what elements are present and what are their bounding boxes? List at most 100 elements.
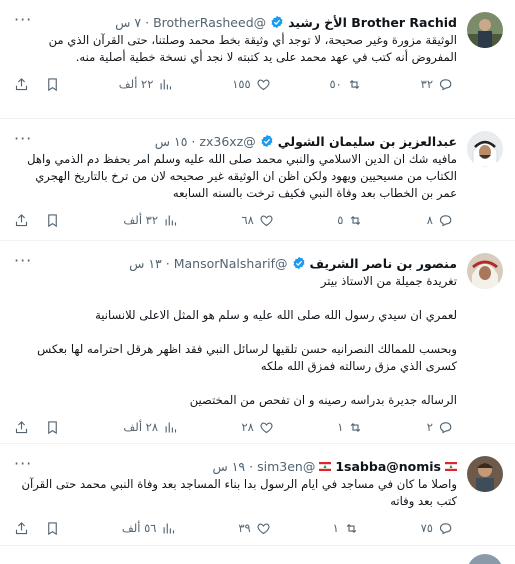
tweet-text: واصلا ما كان في مساجد في ايام الرسول بدا… [17,477,458,508]
timestamp[interactable]: ١٥ س [155,134,188,149]
views-button[interactable]: ٥٦ ألف [122,521,177,536]
share-icon[interactable] [14,420,29,435]
avatar[interactable] [467,12,503,48]
separator-dot: · [165,255,170,271]
reply-count: ٣٢ [420,77,433,91]
reply-count: ٢ [426,420,433,434]
reply-icon [439,78,452,90]
reply-button[interactable]: ٨ [427,213,453,228]
like-button[interactable]: ٢٨ [241,420,273,435]
reply-icon [439,214,452,226]
display-name[interactable]: Brother Rachid الأخ رشيد [288,15,457,30]
tweet-text: مافيه شك ان الدين الاسلامي والنبي محمد ص… [23,152,457,200]
like-icon [257,79,270,90]
verified-badge-icon [271,15,283,29]
like-count: ٣٩ [238,521,251,535]
like-count: ١٥٥ [232,77,251,91]
display-name[interactable]: 1sabba@nomis [335,459,441,474]
timeline-feed: ··· Brother Rachid الأخ رشيد @BrotherRas… [0,0,515,564]
views-count: ٣٢ ألف [123,213,159,227]
reply-button[interactable]: ٢ [427,420,453,435]
views-button[interactable]: ٢٢ ألف [119,77,174,92]
display-name[interactable]: منصور بن ناصر الشريف [310,256,458,271]
tweet-header: Brother Rachid الأخ رشيد @BrotherRasheed… [14,12,457,32]
handle[interactable]: @BrotherRasheed [153,15,266,30]
retweet-count: ١ [337,420,344,434]
views-button[interactable]: ٣٢ ألف [123,213,178,228]
views-count: ٢٨ ألف [123,420,159,434]
action-bar: ٢٨ ألف ٢٨ ١ ٢ [14,413,457,441]
verified-badge-icon [261,134,273,148]
handle[interactable]: @sim3en [257,459,315,474]
like-icon [260,215,273,226]
tweet[interactable]: ··· Brother Rachid الأخ رشيد @BrotherRas… [0,0,515,119]
lebanon-flag-icon [445,461,457,471]
bookmark-icon[interactable] [45,420,60,435]
like-button[interactable]: ٣٩ [238,521,270,536]
retweet-icon [346,523,357,533]
tweet-text: الوثيقة مزورة وغير صحيحة، لا توجد أي وثي… [44,33,457,64]
like-button[interactable]: ١٥٥ [232,77,271,92]
tweet[interactable]: ··· منصور بن ناصر الشريف @MansorNalshari… [0,241,515,444]
verified-badge-icon [293,256,304,270]
reply-count: ٧٥ [420,521,433,535]
more-icon[interactable]: ··· [14,12,32,28]
like-button[interactable]: ٦٨ [241,213,273,228]
share-icon[interactable] [14,213,29,228]
views-icon [165,215,177,225]
separator-dot: · [249,458,254,474]
action-bar: ٢٢ ألف ١٥٥ ٥٠ ٣٢ [14,70,457,98]
more-icon[interactable]: ··· [14,253,32,269]
retweet-button[interactable]: ١ [333,521,359,536]
timestamp[interactable]: ١٩ س [212,459,245,474]
display-name[interactable]: عبدالعزيز بن سليمان الشولي [278,134,457,149]
bookmark-icon[interactable] [45,77,60,92]
timestamp[interactable]: ١٣ س [129,256,162,271]
tweet[interactable] [0,546,515,564]
views-count: ٥٦ ألف [121,521,157,535]
like-count: ٦٨ [241,213,254,227]
like-icon [257,523,270,534]
retweet-icon [351,422,361,432]
bookmark-icon[interactable] [45,213,60,228]
bookmark-icon[interactable] [45,521,60,536]
views-button[interactable]: ٢٨ ألف [123,420,178,435]
views-icon [165,422,177,432]
retweet-button[interactable]: ١ [337,420,363,435]
retweet-count: ١ [332,521,339,535]
reply-icon [439,421,452,433]
reply-icon [439,522,452,534]
tweet[interactable]: ··· 1sabba@nomis @sim3en · ١٩ س واصلا ما… [0,444,515,546]
reply-button[interactable]: ٣٢ [421,77,453,92]
handle[interactable]: @zx36xz [199,134,255,149]
views-icon [160,79,172,89]
timestamp[interactable]: ٧ س [115,15,141,30]
retweet-icon [351,215,361,225]
share-icon[interactable] [14,77,29,92]
retweet-button[interactable]: ٥٠ [330,77,362,92]
action-bar: ٣٢ ألف ٦٨ ٥ ٨ [14,206,457,234]
action-bar: ٥٦ ألف ٣٩ ١ ٧٥ [14,514,457,542]
lebanon-flag-icon [319,461,332,471]
views-icon [164,523,175,533]
retweet-icon [349,79,360,89]
tweet-text: تغريدة جميلة من الاستاذ بيتر لعمري ان سي… [37,274,457,407]
like-count: ٢٨ [241,420,254,434]
avatar[interactable] [467,456,503,492]
handle[interactable]: @MansorNalsharif [174,256,288,271]
tweet[interactable]: ··· عبدالعزيز بن سليمان الشولي @zx36xz ·… [0,119,515,241]
retweet-count: ٥٠ [329,77,342,91]
reply-count: ٨ [426,213,433,227]
share-icon[interactable] [14,521,29,536]
tweet-header: عبدالعزيز بن سليمان الشولي @zx36xz · ١٥ … [14,131,457,151]
avatar[interactable] [467,554,503,564]
retweet-button[interactable]: ٥ [337,213,363,228]
more-icon[interactable]: ··· [14,456,32,472]
tweet-header: 1sabba@nomis @sim3en · ١٩ س [14,456,457,476]
separator-dot: · [191,133,196,149]
avatar[interactable] [467,253,503,289]
avatar[interactable] [467,131,503,167]
reply-button[interactable]: ٧٥ [421,521,453,536]
more-icon[interactable]: ··· [14,131,32,147]
separator-dot: · [145,14,150,30]
